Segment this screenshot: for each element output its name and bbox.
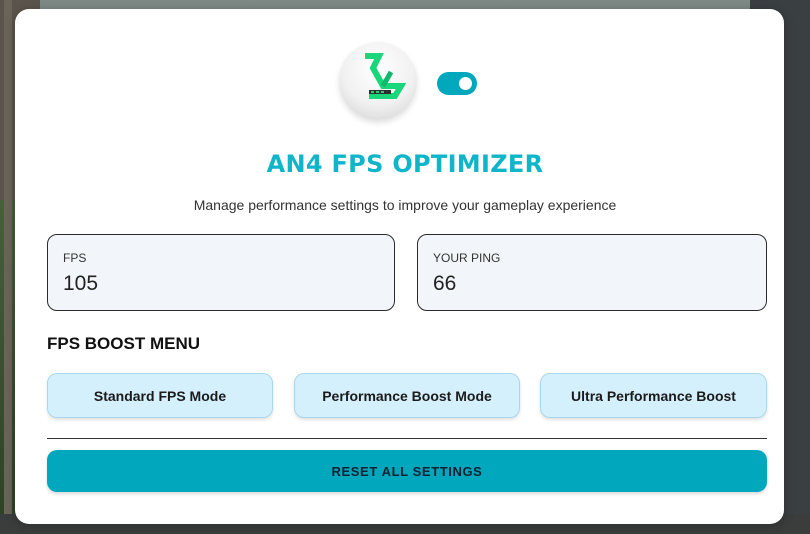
an4-logo-icon: [339, 42, 417, 120]
page-title: AN4 FPS OPTIMIZER: [266, 150, 544, 178]
fps-value: 105: [63, 272, 99, 295]
an4-logo-graphic: [365, 53, 407, 99]
boost-menu-title: FPS BOOST MENU: [47, 334, 201, 353]
fps-stat-card: FPS 105: [47, 234, 395, 311]
standard-fps-mode-button[interactable]: Standard FPS Mode: [47, 373, 273, 418]
divider: [47, 438, 767, 439]
fps-label: FPS: [63, 251, 87, 265]
ultra-performance-boost-button[interactable]: Ultra Performance Boost: [540, 373, 767, 418]
toggle-knob: [459, 77, 472, 90]
ping-label: YOUR PING: [433, 251, 501, 265]
ping-value: 66: [433, 272, 457, 295]
performance-boost-mode-button[interactable]: Performance Boost Mode: [294, 373, 520, 418]
ping-stat-card: YOUR PING 66: [417, 234, 767, 311]
background-post: [4, 0, 12, 534]
page-subtitle: Manage performance settings to improve y…: [193, 197, 617, 213]
optimizer-toggle[interactable]: [437, 72, 477, 95]
reset-all-settings-button[interactable]: RESET ALL SETTINGS: [47, 450, 767, 492]
